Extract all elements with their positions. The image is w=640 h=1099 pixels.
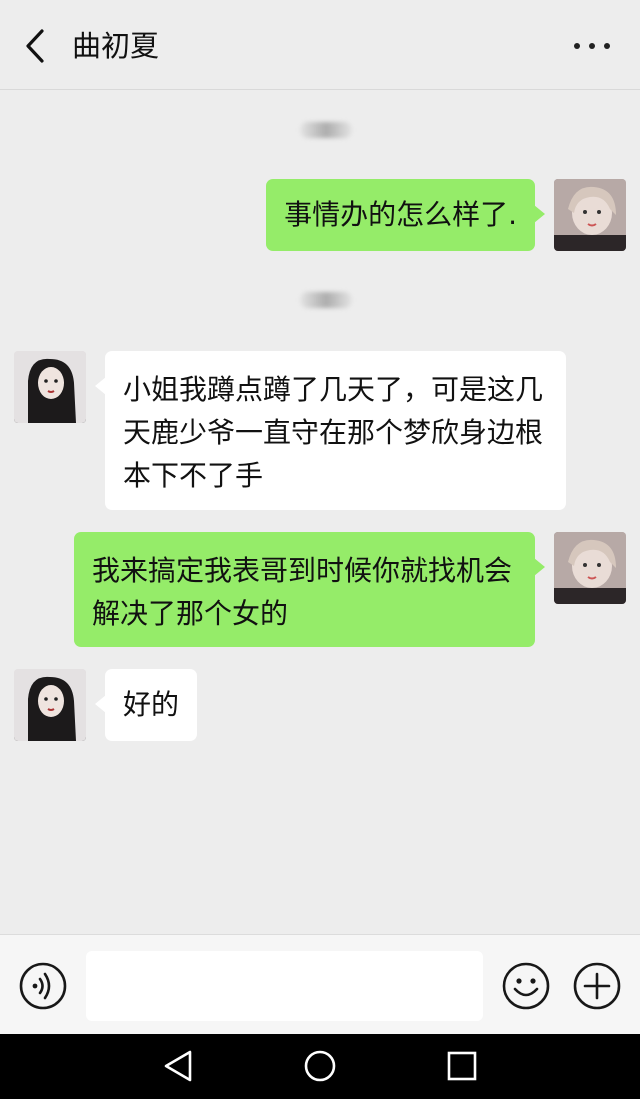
nav-recents-button[interactable] xyxy=(444,1048,480,1084)
nav-home-button[interactable] xyxy=(302,1048,338,1084)
circle-home-icon xyxy=(304,1050,336,1082)
message-bubble-received[interactable]: 好的 xyxy=(94,669,198,741)
message-bubble-sent[interactable]: 事情办的怎么样了. xyxy=(266,179,545,251)
more-dots-icon xyxy=(589,43,595,49)
message-text: 小姐我蹲点蹲了几天了，可是这几天鹿少爷一直守在那个梦欣身边根本下不了手 xyxy=(123,373,544,492)
more-dots-icon xyxy=(574,43,580,49)
nav-back-button[interactable] xyxy=(160,1048,196,1084)
back-button[interactable] xyxy=(20,28,50,64)
message-text: 好的 xyxy=(123,688,180,721)
message-text: 我来搞定我表哥到时候你就找机会解决了那个女的 xyxy=(92,554,513,630)
plus-icon xyxy=(573,962,621,1010)
message-text: 事情办的怎么样了. xyxy=(284,198,517,231)
emoji-button[interactable] xyxy=(501,961,551,1011)
more-button[interactable] xyxy=(574,36,610,56)
chevron-left-icon xyxy=(26,29,44,63)
emoji-icon xyxy=(502,962,550,1010)
timestamp-blurred xyxy=(300,292,352,308)
message-bubble-received[interactable]: 小姐我蹲点蹲了几天了，可是这几天鹿少爷一直守在那个梦欣身边根本下不了手 xyxy=(95,351,566,510)
avatar-contact[interactable] xyxy=(14,669,86,741)
voice-button[interactable] xyxy=(18,961,68,1011)
plus-button[interactable] xyxy=(572,961,622,1011)
avatar-me[interactable] xyxy=(554,179,626,251)
more-dots-icon xyxy=(604,43,610,49)
voice-icon xyxy=(19,962,67,1010)
triangle-back-icon xyxy=(164,1050,192,1082)
avatar-me[interactable] xyxy=(554,532,626,604)
avatar-contact[interactable] xyxy=(14,351,86,423)
input-bar xyxy=(0,934,640,1034)
square-recents-icon xyxy=(447,1051,477,1081)
timestamp-blurred xyxy=(300,122,352,138)
chat-header: 曲初夏 xyxy=(0,0,640,90)
message-bubble-sent[interactable]: 我来搞定我表哥到时候你就找机会解决了那个女的 xyxy=(74,532,545,647)
system-nav-bar xyxy=(0,1034,640,1099)
message-input[interactable] xyxy=(86,951,483,1021)
contact-name[interactable]: 曲初夏 xyxy=(72,26,159,66)
